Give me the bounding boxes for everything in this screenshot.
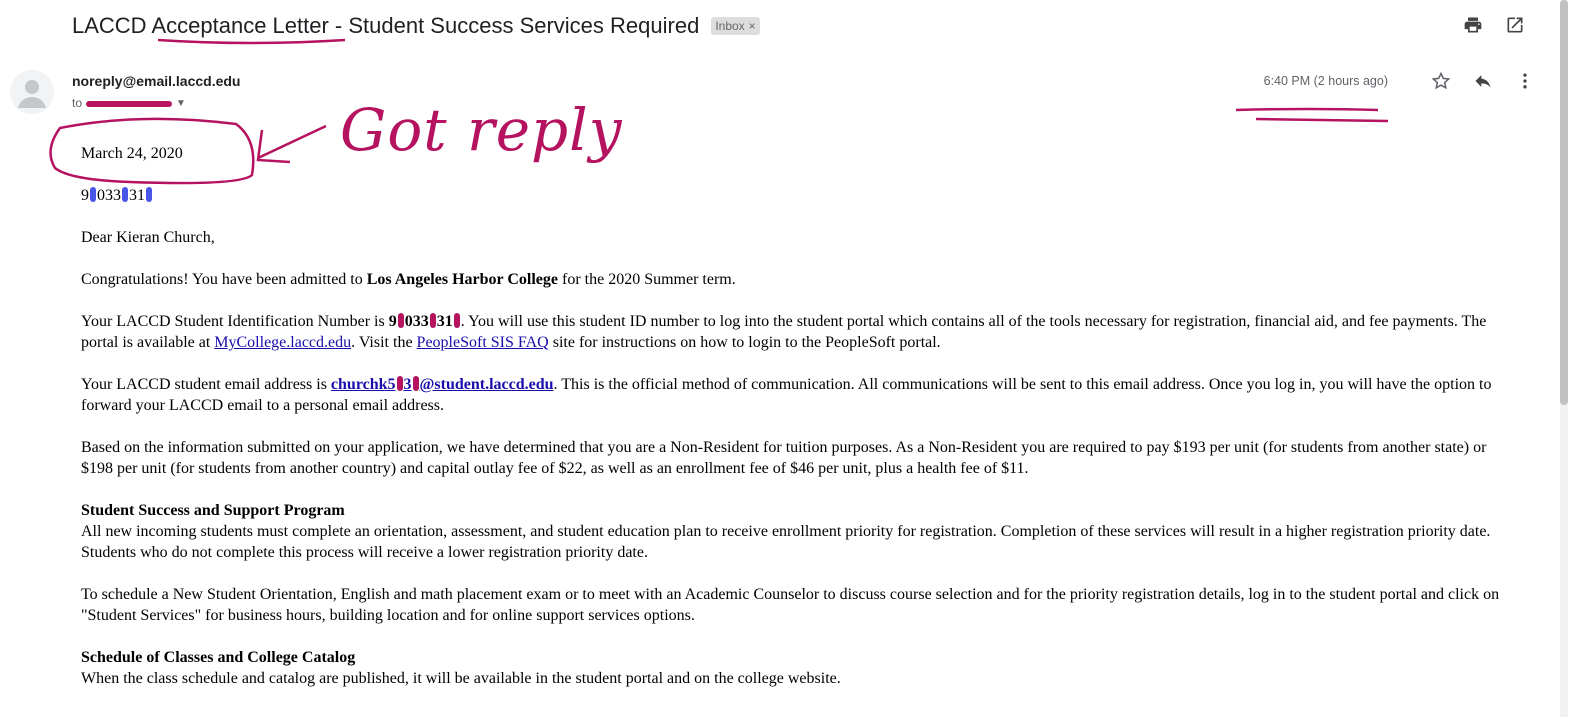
sssp-section: Student Success and Support Program All n…: [81, 500, 1511, 563]
avatar-icon: [18, 80, 46, 108]
redacted-recipient: [86, 101, 173, 107]
sender-email[interactable]: noreply@email.laccd.edu: [72, 73, 241, 89]
college-name: Los Angeles Harbor College: [366, 271, 558, 288]
greeting: Dear Kieran Church,: [81, 229, 215, 246]
remove-label-button[interactable]: ×: [749, 19, 756, 33]
catalog-heading: Schedule of Classes and College Catalog: [81, 649, 356, 666]
peoplesoft-faq-link[interactable]: PeopleSoft SIS FAQ: [417, 334, 549, 351]
inbox-label[interactable]: Inbox ×: [711, 17, 760, 35]
message-meta: 6:40 PM (2 hours ago): [1264, 70, 1536, 92]
dropdown-caret-icon[interactable]: ▼: [176, 98, 186, 109]
scrollbar-thumb[interactable]: [1560, 0, 1568, 405]
more-vert-icon[interactable]: [1514, 70, 1536, 92]
orientation-paragraph: To schedule a New Student Orientation, E…: [81, 586, 1500, 624]
inbox-label-text: Inbox: [715, 19, 745, 33]
reply-icon[interactable]: [1472, 70, 1494, 92]
to-prefix: to: [72, 96, 83, 110]
star-icon[interactable]: [1430, 70, 1452, 92]
student-email-link[interactable]: churchk5 3 @student.laccd.edu: [331, 376, 554, 393]
catalog-body: When the class schedule and catalog are …: [81, 670, 841, 687]
subject-row: LACCD Acceptance Letter - Student Succes…: [72, 10, 760, 42]
top-actions: [1462, 14, 1526, 36]
recipient-row[interactable]: to ▼: [72, 96, 186, 110]
mycollege-link[interactable]: MyCollege.laccd.edu: [214, 334, 351, 351]
message-time: 6:40 PM (2 hours ago): [1263, 74, 1388, 88]
annotation-text: Got reply: [340, 96, 623, 164]
letter-date: March 24, 2020: [81, 145, 183, 162]
print-icon[interactable]: [1462, 14, 1484, 36]
sssp-body: All new incoming students must complete …: [81, 523, 1491, 561]
catalog-section: Schedule of Classes and College Catalog W…: [81, 647, 1511, 689]
email-body: March 24, 2020 9 033 31 Dear Kieran Church…: [81, 143, 1511, 710]
student-id-line: 9 033 31: [81, 185, 1511, 206]
avatar[interactable]: [10, 70, 54, 114]
open-in-new-icon[interactable]: [1504, 14, 1526, 36]
email-subject: LACCD Acceptance Letter - Student Succes…: [72, 13, 700, 38]
student-id-paragraph: Your LACCD Student Identification Number…: [81, 313, 1487, 351]
sssp-heading: Student Success and Support Program: [81, 502, 345, 519]
congrats-paragraph: Congratulations! You have been admitted …: [81, 271, 736, 288]
student-email-paragraph: Your LACCD student email address is chur…: [81, 376, 1492, 414]
residency-paragraph: Based on the information submitted on yo…: [81, 439, 1487, 477]
